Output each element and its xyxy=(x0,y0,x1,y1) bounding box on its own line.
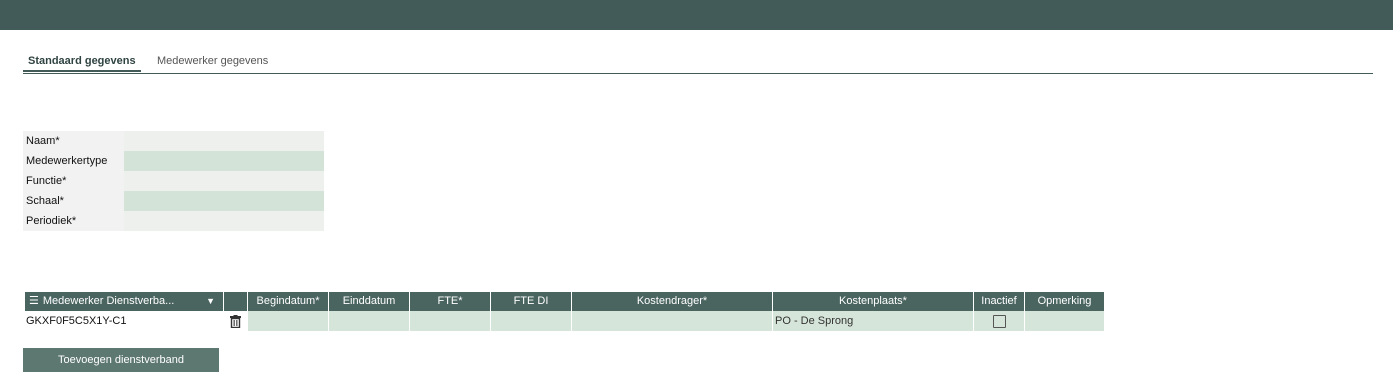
form-row-schaal: Schaal* xyxy=(23,191,324,211)
tab-medewerker-gegevens[interactable]: Medewerker gegevens xyxy=(157,54,268,72)
header-einddatum[interactable]: Einddatum xyxy=(329,292,410,311)
header-actions xyxy=(224,292,248,311)
grid-header-row: ☰ Medewerker Dienstverba... ▼ Begindatum… xyxy=(25,292,1105,311)
dienstverband-grid: ☰ Medewerker Dienstverba... ▼ Begindatum… xyxy=(25,292,1105,331)
cell-inactief xyxy=(974,311,1025,331)
periodiek-field[interactable] xyxy=(124,211,324,231)
form-row-periodiek: Periodiek* xyxy=(23,211,324,231)
cell-kostendrager[interactable] xyxy=(572,311,773,331)
add-dienstverband-button[interactable]: Toevoegen dienstverband xyxy=(23,348,219,372)
tab-bar: Standaard gegevens Medewerker gegevens xyxy=(23,51,1373,74)
schaal-field[interactable] xyxy=(124,191,324,211)
naam-label: Naam* xyxy=(23,131,124,151)
header-begindatum[interactable]: Begindatum* xyxy=(248,292,329,311)
form-row-medewerkertype: Medewerkertype xyxy=(23,151,324,171)
table-row: GKXF0F5C5X1Y-C1 PO - De Sprong xyxy=(25,311,1105,331)
header-fte[interactable]: FTE* xyxy=(410,292,491,311)
form-row-functie: Functie* xyxy=(23,171,324,191)
column-menu-header[interactable]: ☰ Medewerker Dienstverba... ▼ xyxy=(25,292,224,311)
header-inactief[interactable]: Inactief xyxy=(974,292,1025,311)
functie-label: Functie* xyxy=(23,171,124,191)
trash-icon[interactable] xyxy=(224,311,248,331)
inactief-checkbox[interactable] xyxy=(992,314,1006,328)
cell-begindatum[interactable] xyxy=(248,311,329,331)
row-code: GKXF0F5C5X1Y-C1 xyxy=(25,311,224,331)
tab-standaard-gegevens[interactable]: Standaard gegevens xyxy=(23,54,141,72)
hamburger-icon[interactable]: ☰ xyxy=(29,292,39,311)
employee-form: Naam* Medewerkertype Functie* Schaal* Pe… xyxy=(23,131,324,231)
cell-einddatum[interactable] xyxy=(329,311,410,331)
header-fte-di[interactable]: FTE DI xyxy=(491,292,572,311)
top-header-bar xyxy=(0,0,1393,30)
cell-fte[interactable] xyxy=(410,311,491,331)
schaal-label: Schaal* xyxy=(23,191,124,211)
cell-fte-di[interactable] xyxy=(491,311,572,331)
periodiek-label: Periodiek* xyxy=(23,211,124,231)
caret-down-icon[interactable]: ▼ xyxy=(206,292,215,311)
cell-opmerking[interactable] xyxy=(1025,311,1105,331)
medewerkertype-field[interactable] xyxy=(124,151,324,171)
header-medewerker-dienstverband: Medewerker Dienstverba... xyxy=(42,295,175,307)
header-opmerking[interactable]: Opmerking xyxy=(1025,292,1105,311)
form-row-naam: Naam* xyxy=(23,131,324,151)
medewerkertype-label: Medewerkertype xyxy=(23,151,124,171)
cell-kostenplaats[interactable]: PO - De Sprong xyxy=(773,311,974,331)
header-kostenplaats[interactable]: Kostenplaats* xyxy=(773,292,974,311)
header-kostendrager[interactable]: Kostendrager* xyxy=(572,292,773,311)
naam-field[interactable] xyxy=(124,131,324,151)
functie-field[interactable] xyxy=(124,171,324,191)
